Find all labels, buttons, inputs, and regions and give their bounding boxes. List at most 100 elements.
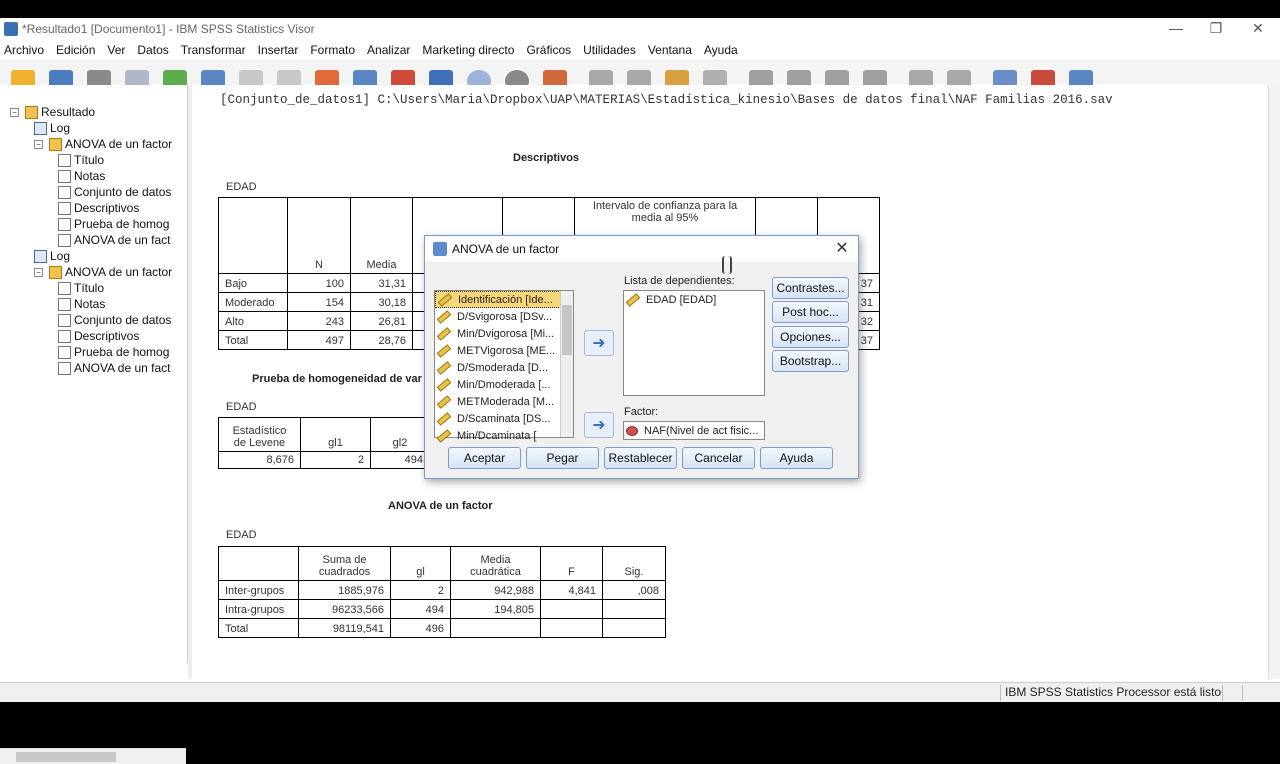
anova-table[interactable]: Suma de cuadrados gl Media cuadrática F … xyxy=(218,546,666,638)
factor-field[interactable]: NAF(Nivel de act fisic... xyxy=(623,421,765,440)
anova-cell-f: 4,841 xyxy=(540,580,603,600)
ayuda-button[interactable]: Ayuda xyxy=(760,447,833,469)
book-icon xyxy=(49,265,62,279)
outline-node[interactable]: − ANOVA de un factor xyxy=(34,264,172,280)
scroll-thumb[interactable] xyxy=(562,305,572,355)
variable-label: Min/Dmoderada [... xyxy=(457,378,551,391)
close-window-button[interactable]: ✕ xyxy=(1238,18,1278,40)
variable-label: D/Scaminata [DS... xyxy=(457,412,551,425)
anova-cell-ms: 194,805 xyxy=(450,599,541,619)
list-item[interactable]: Identificación [Ide... xyxy=(435,291,573,308)
restore-button[interactable]: ❐ xyxy=(1196,18,1236,40)
outline-node[interactable]: ANOVA de un fact xyxy=(58,360,171,376)
list-item[interactable]: Min/Dcaminata [ xyxy=(435,427,573,444)
list-item[interactable]: D/Smoderada [D... xyxy=(435,359,573,376)
anova-cell-f xyxy=(540,618,603,638)
collapse-toggle-icon[interactable]: − xyxy=(34,139,43,149)
contrastes-button[interactable]: Contrastes... xyxy=(772,277,849,299)
bootstrap-button[interactable]: Bootstrap... xyxy=(772,350,849,372)
status-text: IBM SPSS Statistics Processor está listo xyxy=(1005,685,1222,699)
opciones-button[interactable]: Opciones... xyxy=(772,326,849,348)
source-variable-list[interactable]: Identificación [Ide... D/Svigorosa [DSv..… xyxy=(434,290,574,443)
scale-icon xyxy=(436,309,452,324)
outline-node[interactable]: Prueba de homog xyxy=(58,216,169,232)
outline-node[interactable]: Título xyxy=(58,280,104,296)
menu-ventana[interactable]: Ventana xyxy=(648,43,692,57)
menu-transformar[interactable]: Transformar xyxy=(181,43,246,57)
variable-label: METModerada [M... xyxy=(457,395,555,408)
dialog-title-bar[interactable]: ANOVA de un factor ✕ xyxy=(425,236,858,262)
list-item[interactable]: D/Svigorosa [DSv... xyxy=(435,308,573,325)
move-to-factor-button[interactable]: ➜ xyxy=(584,412,614,438)
move-to-dependents-button[interactable]: ➜ xyxy=(584,330,614,356)
menu-graficos[interactable]: Gráficos xyxy=(526,43,571,57)
status-bar: IBM SPSS Statistics Processor está listo xyxy=(0,682,1280,702)
menu-edicion[interactable]: Edición xyxy=(56,43,95,57)
outline-node[interactable]: Log xyxy=(34,120,70,136)
homog-table[interactable]: Estadístico de Levene gl1 gl2 8,676 2 49… xyxy=(218,417,430,469)
anova-cell-ss: 96233,566 xyxy=(298,599,391,619)
outline-node[interactable]: Notas xyxy=(58,168,105,184)
menu-insertar[interactable]: Insertar xyxy=(258,43,299,57)
list-item[interactable]: METVigorosa [ME... xyxy=(435,342,573,359)
output-vertical-scrollbar[interactable] xyxy=(1268,85,1280,679)
document-icon xyxy=(58,217,71,231)
menu-marketing-directo[interactable]: Marketing directo xyxy=(422,43,514,57)
minimize-button[interactable]: — xyxy=(1156,18,1196,40)
menu-ver[interactable]: Ver xyxy=(107,43,125,57)
anova-cell-sig xyxy=(602,599,666,619)
outline-node[interactable]: − Resultado xyxy=(10,104,95,120)
menu-datos[interactable]: Datos xyxy=(137,43,168,57)
desc-header-n: N xyxy=(287,197,351,274)
outline-node[interactable]: Prueba de homog xyxy=(58,344,169,360)
outline-node[interactable]: Descriptivos xyxy=(58,200,139,216)
cancelar-button[interactable]: Cancelar xyxy=(682,447,755,469)
list-item[interactable]: EDAD [EDAD] xyxy=(624,291,764,308)
desc-cell-media: 28,76 xyxy=(350,330,413,350)
list-item[interactable]: Min/Dmoderada [... xyxy=(435,376,573,393)
menu-formato[interactable]: Formato xyxy=(310,43,355,57)
list-item[interactable]: METModerada [M... xyxy=(435,393,573,410)
variable-list-scrollbar[interactable] xyxy=(560,291,573,437)
list-item[interactable]: NAF(Nivel de act fisic... xyxy=(624,422,764,439)
outline-node[interactable]: Conjunto de datos xyxy=(58,312,171,328)
list-item[interactable]: Min/Dvigorosa [Mi... xyxy=(435,325,573,342)
scale-icon xyxy=(437,292,453,307)
collapse-toggle-icon[interactable]: − xyxy=(10,107,19,117)
outline-node-label: ANOVA de un factor xyxy=(65,265,173,279)
anova-cell-f xyxy=(540,599,603,619)
table-row: 8,676 2 494 xyxy=(218,451,430,469)
collapse-toggle-icon[interactable]: − xyxy=(34,267,43,277)
menu-utilidades[interactable]: Utilidades xyxy=(583,43,636,57)
aceptar-button[interactable]: Aceptar xyxy=(448,447,521,469)
restablecer-button[interactable]: Restablecer xyxy=(604,447,677,469)
mouse-cursor xyxy=(722,256,732,274)
menu-ayuda[interactable]: Ayuda xyxy=(704,43,738,57)
homog-cell-levene: 8,676 xyxy=(218,451,301,469)
outline-node-label: Descriptivos xyxy=(74,329,140,343)
scale-icon xyxy=(625,292,641,307)
outline-node[interactable]: Título xyxy=(58,152,104,168)
outline-node[interactable]: ANOVA de un fact xyxy=(58,232,171,248)
post-hoc-button[interactable]: Post hoc... xyxy=(772,301,849,323)
outline-node[interactable]: − ANOVA de un factor xyxy=(34,136,172,152)
pegar-button[interactable]: Pegar xyxy=(526,447,599,469)
desc-cell-n: 154 xyxy=(287,292,351,312)
outline-node[interactable]: Descriptivos xyxy=(58,328,139,344)
table-row: Intra-grupos 96233,566 494 194,805 xyxy=(218,599,666,619)
outline-horizontal-scrollbar[interactable] xyxy=(0,748,186,764)
dependents-list[interactable]: EDAD [EDAD] xyxy=(623,290,765,396)
homog-cell-gl1: 2 xyxy=(300,451,371,469)
outline-node[interactable]: Conjunto de datos xyxy=(58,184,171,200)
document-icon xyxy=(58,185,71,199)
outline-node[interactable]: Notas xyxy=(58,296,105,312)
menu-archivo[interactable]: Archivo xyxy=(4,43,44,57)
scroll-thumb[interactable] xyxy=(16,752,116,762)
menu-analizar[interactable]: Analizar xyxy=(367,43,410,57)
status-divider xyxy=(1000,685,1001,701)
document-icon xyxy=(58,313,71,327)
anova-cell-gl: 494 xyxy=(390,599,451,619)
dialog-close-button[interactable]: ✕ xyxy=(832,238,852,258)
list-item[interactable]: D/Scaminata [DS... xyxy=(435,410,573,427)
outline-node[interactable]: Log xyxy=(34,248,70,264)
